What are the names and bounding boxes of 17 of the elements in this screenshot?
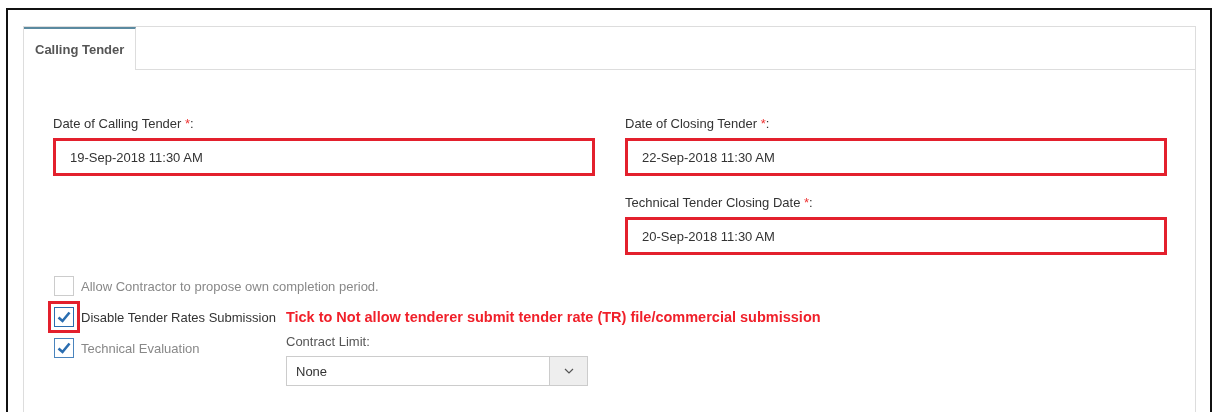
checkbox-label: Disable Tender Rates Submission xyxy=(81,309,276,325)
date-field[interactable]: 19-Sep-2018 11:30 AM xyxy=(53,138,595,176)
tab[interactable]: Calling Tender xyxy=(24,27,137,70)
annotation-text: Tick to Not allow tenderer submit tender rate (TR) file/commercial submission xyxy=(285,309,821,325)
checkbox-label: Technical Evaluation xyxy=(81,340,200,356)
date-field[interactable]: 20-Sep-2018 11:30 AM xyxy=(625,217,1167,255)
field-label: Date of Closing Tender *: xyxy=(625,116,771,131)
contract-limit-dropdown[interactable]: None xyxy=(286,356,588,386)
field-label: Date of Calling Tender *: xyxy=(53,116,195,131)
chevron-down-icon xyxy=(563,368,574,374)
checkbox-label: Allow Contractor to propose own completion period. xyxy=(81,278,379,294)
check-icon xyxy=(57,342,71,354)
check-icon xyxy=(57,311,71,323)
field-label: Contract Limit: xyxy=(286,334,371,349)
checkbox[interactable] xyxy=(54,307,74,327)
field-label: Technical Tender Closing Date *: xyxy=(625,195,814,210)
date-field[interactable]: 22-Sep-2018 11:30 AM xyxy=(625,138,1167,176)
